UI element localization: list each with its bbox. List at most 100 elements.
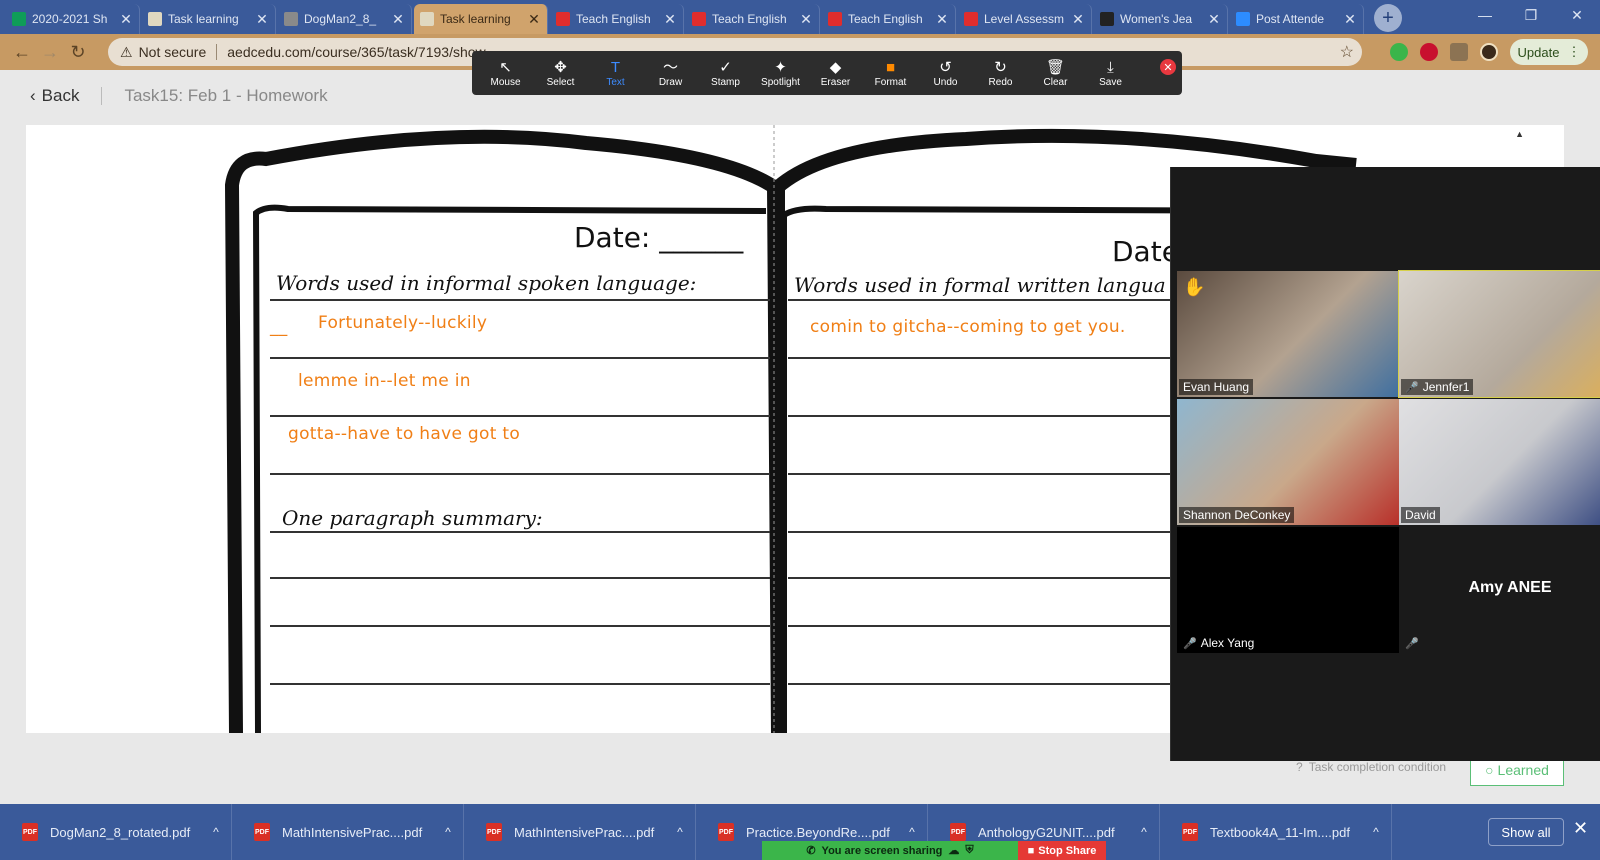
download-filename: Textbook4A_11-Im....pdf [1210,824,1350,840]
browser-tab[interactable]: Task learning ✕ [414,4,548,34]
chevron-up-icon[interactable]: ^ [665,825,695,839]
forward-nav-icon[interactable]: → [36,42,64,63]
browser-tab[interactable]: Post Attende ✕ [1230,4,1364,34]
completion-condition[interactable]: ? Task completion condition [1296,760,1446,774]
chevron-up-icon[interactable]: ^ [1129,825,1159,839]
video-tile[interactable]: 🎤 Alex Yang [1177,527,1399,653]
mouse-icon: ↖ [499,58,512,76]
browser-tab[interactable]: Level Assessm ✕ [958,4,1092,34]
close-tab-icon[interactable]: ✕ [255,11,269,28]
share-status: ✆ You are screen sharing ☁ ⛨ [762,841,1018,860]
pdf-icon: PDF [1182,823,1198,841]
extension-green-icon[interactable] [1390,43,1408,61]
chevron-up-icon[interactable]: ^ [897,825,927,839]
minimize-icon[interactable]: — [1462,0,1508,30]
close-tab-icon[interactable]: ✕ [663,11,677,28]
close-toolbar-icon[interactable]: ✕ [1160,59,1176,75]
rule-line [270,577,770,579]
mic-off-icon: 🎤 [1405,638,1419,650]
tool-eraser[interactable]: ◆ Eraser [808,59,863,88]
video-tile[interactable]: Shannon DeConkey [1177,399,1399,525]
stop-share-button[interactable]: ■ Stop Share [1018,841,1106,860]
save-icon: ⤓ [1107,58,1114,76]
bookmark-star-icon[interactable]: ☆ [1340,42,1354,62]
video-tile[interactable]: Amy ANEE 🎤 [1399,527,1600,653]
rule-line [788,531,1188,533]
chevron-left-icon: ‹ [30,86,36,105]
new-tab-button[interactable]: + [1374,4,1402,32]
tool-stamp[interactable]: ✓ Stamp [698,59,753,88]
video-tile[interactable]: David [1399,399,1600,525]
answer-text[interactable]: gotta--have to have got to [288,424,520,444]
ae-icon [1100,12,1114,26]
close-tab-icon[interactable]: ✕ [1071,11,1085,28]
tool-save[interactable]: ⤓ Save [1083,59,1138,88]
close-tab-icon[interactable]: ✕ [527,11,541,28]
close-tab-icon[interactable]: ✕ [799,11,813,28]
tool-label: Redo [988,76,1013,88]
browser-tab[interactable]: Teach English ✕ [550,4,684,34]
chevron-up-icon[interactable]: ^ [433,825,463,839]
close-tab-icon[interactable]: ✕ [935,11,949,28]
tool-redo[interactable]: ↻ Redo [973,59,1028,88]
back-link[interactable]: ‹ Back [30,86,79,106]
chevron-up-icon[interactable]: ^ [1361,825,1391,839]
rule-line [788,299,1188,301]
back-nav-icon[interactable]: ← [8,42,36,63]
close-tab-icon[interactable]: ✕ [119,11,133,28]
answer-text[interactable]: Fortunately--luckily [318,313,487,333]
stop-icon: ■ [1027,844,1035,857]
tool-clear[interactable]: 🗑 Clear [1028,59,1083,88]
circle-icon: ○ [1485,762,1494,778]
close-downloads-icon[interactable]: ✕ [1573,818,1588,839]
download-item[interactable]: PDF DogMan2_8_rotated.pdf ^ [0,804,232,860]
undo-icon: ↺ [939,58,952,76]
answer-text[interactable]: lemme in--let me in [298,371,471,391]
download-item[interactable]: PDF Textbook4A_11-Im....pdf ^ [1160,804,1392,860]
update-button[interactable]: Update ⋮ [1510,39,1588,65]
close-tab-icon[interactable]: ✕ [391,11,405,28]
orange-dash: __ [270,317,288,337]
tool-spotlight[interactable]: ✦ Spotlight [753,59,808,88]
browser-tab[interactable]: Teach English ✕ [686,4,820,34]
browser-tab[interactable]: Teach English ✕ [822,4,956,34]
tool-mouse[interactable]: ↖ Mouse [478,59,533,88]
close-window-icon[interactable]: ✕ [1554,0,1600,30]
scroll-up-icon[interactable]: ▲ [1515,129,1524,139]
download-filename: AnthologyG2UNIT....pdf [978,824,1115,840]
reload-icon[interactable]: ↻ [64,42,92,63]
tool-label: Stamp [711,76,740,88]
pdf-icon: PDF [950,823,966,841]
download-item[interactable]: PDF MathIntensivePrac....pdf ^ [232,804,464,860]
extension-red-icon[interactable] [1420,43,1438,61]
close-tab-icon[interactable]: ✕ [1207,11,1221,28]
chevron-up-icon[interactable]: ^ [201,825,231,839]
answer-text[interactable]: comin to gitcha--coming to get you. [810,317,1126,337]
tool-text[interactable]: T Text [588,59,643,88]
cloud-icon: ☁ [948,845,960,857]
browser-tab[interactable]: DogMan2_8_ ✕ [278,4,412,34]
tool-format[interactable]: ■ Format [863,59,918,88]
tool-draw[interactable]: 〜 Draw [643,59,698,88]
back-label: Back [41,86,80,105]
browser-tab[interactable]: Task learning ✕ [142,4,276,34]
avatar[interactable] [1480,43,1498,61]
browser-tab[interactable]: Women's Jea ✕ [1094,4,1228,34]
rule-line [270,473,770,475]
tool-undo[interactable]: ↺ Undo [918,59,973,88]
close-tab-icon[interactable]: ✕ [1343,11,1357,28]
show-all-button[interactable]: Show all [1488,818,1564,846]
browser-tab[interactable]: 2020-2021 Sh ✕ [6,4,140,34]
extension-puzzle-icon[interactable] [1450,43,1468,61]
video-tile[interactable]: 🎤 Jennfer1 [1398,270,1600,398]
pdf-icon: PDF [486,823,502,841]
download-filename: Practice.BeyondRe....pdf [746,824,890,840]
phone-icon: ✆ [806,845,816,857]
window-controls: — ❐ ✕ [1462,0,1600,30]
video-tile[interactable]: ✋ Evan Huang [1177,271,1399,397]
shield-icon: ⛨ [965,844,974,856]
tool-select[interactable]: ✥ Select [533,59,588,88]
eraser-icon: ◆ [829,58,842,76]
restore-icon[interactable]: ❐ [1508,0,1554,30]
download-item[interactable]: PDF MathIntensivePrac....pdf ^ [464,804,696,860]
